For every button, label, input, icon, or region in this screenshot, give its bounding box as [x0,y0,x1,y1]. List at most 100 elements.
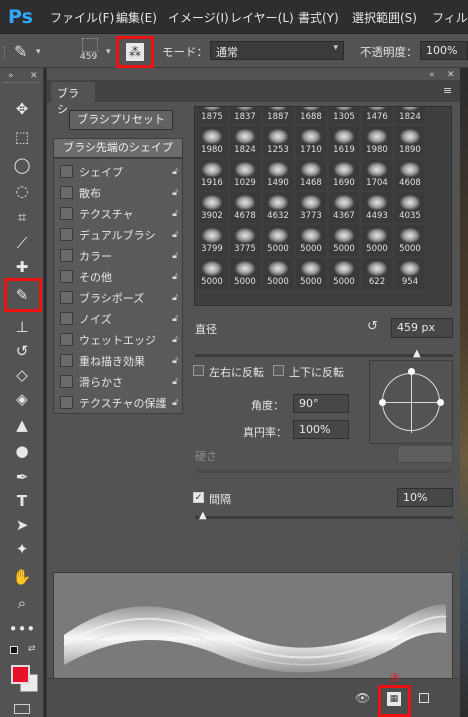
roundness-field[interactable]: 100% [293,420,349,439]
more-tools-icon[interactable]: ••• [9,618,36,640]
checkbox[interactable] [60,333,73,346]
brush-tip-cell[interactable]: 5000 [329,225,359,256]
checkbox[interactable] [60,249,73,262]
flip-x-checkbox[interactable] [193,365,204,376]
opacity-field[interactable]: 100% [420,41,468,60]
menu-filter[interactable]: フィルタ [432,9,468,26]
eyedropper-tool-icon[interactable]: ⟋ [9,232,35,254]
eraser-tool-icon[interactable]: ◇ [9,364,35,386]
brush-tip-cell[interactable]: 1710 [296,126,326,157]
menu-layer[interactable]: レイヤー(L) [230,9,294,26]
lock-icon[interactable]: 🔓︎ [172,335,178,345]
lock-icon[interactable]: 🔓︎ [172,272,178,282]
brush-tool-icon[interactable]: ✎ [14,42,27,61]
brush-tip-cell[interactable]: 954 [395,258,425,289]
blur-tool-icon[interactable]: ▲ [9,414,35,436]
option-texture[interactable]: テクスチャ 🔓︎ [54,203,182,224]
option-protect-texture[interactable]: テクスチャの保護 🔓︎ [54,392,182,413]
diameter-field[interactable]: 459 px [391,318,453,338]
lock-icon[interactable]: 🔓︎ [172,356,178,366]
quick-select-tool-icon[interactable]: ◌ [9,180,35,202]
menu-file[interactable]: ファイル(F) [50,9,114,26]
checkbox[interactable] [60,270,73,283]
brush-tip-cell[interactable]: 1890 [395,126,425,157]
checkbox[interactable] [60,186,73,199]
brush-tip-cell[interactable]: 1824 [395,107,425,124]
close-icon[interactable]: ✕ [447,70,455,80]
panel-menu-icon[interactable]: ≡ [443,84,452,97]
brush-tip-cell[interactable]: 1253 [263,126,293,157]
brush-tip-cell[interactable]: 1305 [329,107,359,124]
brush-tip-cell[interactable]: 622 [362,258,392,289]
option-brush-pose[interactable]: ブラシポーズ 🔓︎ [54,287,182,308]
lock-icon[interactable]: 🔓︎ [172,377,178,387]
brush-tool-icon[interactable]: ✎ [9,284,35,306]
brush-tip-cell[interactable]: 3775 [230,225,260,256]
brush-tip-cell[interactable]: 1704 [362,159,392,190]
brush-tip-cell[interactable]: 1690 [329,159,359,190]
zoom-tool-icon[interactable]: ⌕ [9,592,35,614]
checkbox[interactable] [60,291,73,304]
brush-tip-cell[interactable]: 1476 [362,107,392,124]
checkbox[interactable] [60,354,73,367]
checkbox[interactable] [60,312,73,325]
brush-tip-cell[interactable]: 1468 [296,159,326,190]
lock-icon[interactable]: 🔓︎ [172,314,178,324]
roundness-handle-left[interactable] [379,399,386,406]
option-color[interactable]: カラー 🔓︎ [54,245,182,266]
brush-tip-cell[interactable]: 4608 [395,159,425,190]
collapse-icon[interactable]: » [8,71,14,81]
move-tool-icon[interactable]: ✥ [9,98,35,120]
marquee-tool-icon[interactable]: ⬚ [9,126,35,148]
brush-tip-cell[interactable]: 1980 [362,126,392,157]
option-noise[interactable]: ノイズ 🔓︎ [54,308,182,329]
brush-tip-cell[interactable]: 5000 [197,258,227,289]
brush-grid-icon[interactable]: ▦ [387,692,401,706]
brush-tip-cell[interactable]: 1029 [230,159,260,190]
swap-colors-icon[interactable]: ⇄ [28,644,36,654]
brush-tip-cell[interactable]: 4632 [263,192,293,223]
brush-tip-cell[interactable]: 4367 [329,192,359,223]
toggle-live-tip-icon[interactable]: 👁︎ [355,691,370,705]
spacing-slider-thumb[interactable]: ▲ [199,510,207,521]
option-other[interactable]: その他 🔓︎ [54,266,182,287]
type-tool-icon[interactable]: T [9,490,35,512]
option-dual-brush[interactable]: デュアルブラシ 🔓︎ [54,224,182,245]
menu-select[interactable]: 選択範囲(S) [352,9,417,26]
brush-presets-button[interactable]: ブラシプリセット [69,110,173,130]
lock-icon[interactable]: 🔓︎ [172,251,178,261]
brush-tip-cell[interactable]: 5000 [296,258,326,289]
shape-tool-icon[interactable]: ✦ [9,538,35,560]
path-select-tool-icon[interactable]: ➤ [9,514,35,536]
history-brush-tool-icon[interactable]: ↺ [9,340,35,362]
brush-tip-cell[interactable]: 1837 [230,107,260,124]
new-brush-icon[interactable] [419,693,429,703]
spacing-slider[interactable] [195,516,453,519]
lasso-tool-icon[interactable]: ◯ [9,154,35,176]
paint-bucket-tool-icon[interactable]: ◈ [9,388,35,410]
chevron-down-icon[interactable]: ▾ [106,47,111,57]
checkbox[interactable] [60,207,73,220]
brush-tip-cell[interactable]: 1490 [263,159,293,190]
mode-select[interactable]: 通常 ▾ [210,41,344,60]
grip-handle[interactable] [4,82,40,85]
checkbox[interactable] [60,228,73,241]
option-shape[interactable]: シェイプ 🔓︎ [54,161,182,182]
menu-image[interactable]: イメージ(I) [168,9,229,26]
healing-brush-tool-icon[interactable]: ✚ [9,256,35,278]
dodge-tool-icon[interactable]: ● [9,440,35,462]
brush-tip-cell[interactable]: 5000 [362,225,392,256]
pen-tool-icon[interactable]: ✒ [9,466,35,488]
default-colors-icon[interactable] [10,646,18,654]
angle-handle[interactable] [408,368,415,375]
stamp-tool-icon[interactable]: ⊥ [9,316,35,338]
foreground-color-swatch[interactable] [11,665,30,684]
lock-icon[interactable]: 🔓︎ [172,167,178,177]
checkbox[interactable] [60,165,73,178]
brush-tip-cell[interactable]: 1688 [296,107,326,124]
angle-field[interactable]: 90° [293,394,349,413]
brush-tip-cell[interactable]: 5000 [395,225,425,256]
quick-mask-icon[interactable] [14,704,30,714]
menu-edit[interactable]: 編集(E) [116,9,157,26]
brush-tip-cell[interactable]: 1875 [197,107,227,124]
